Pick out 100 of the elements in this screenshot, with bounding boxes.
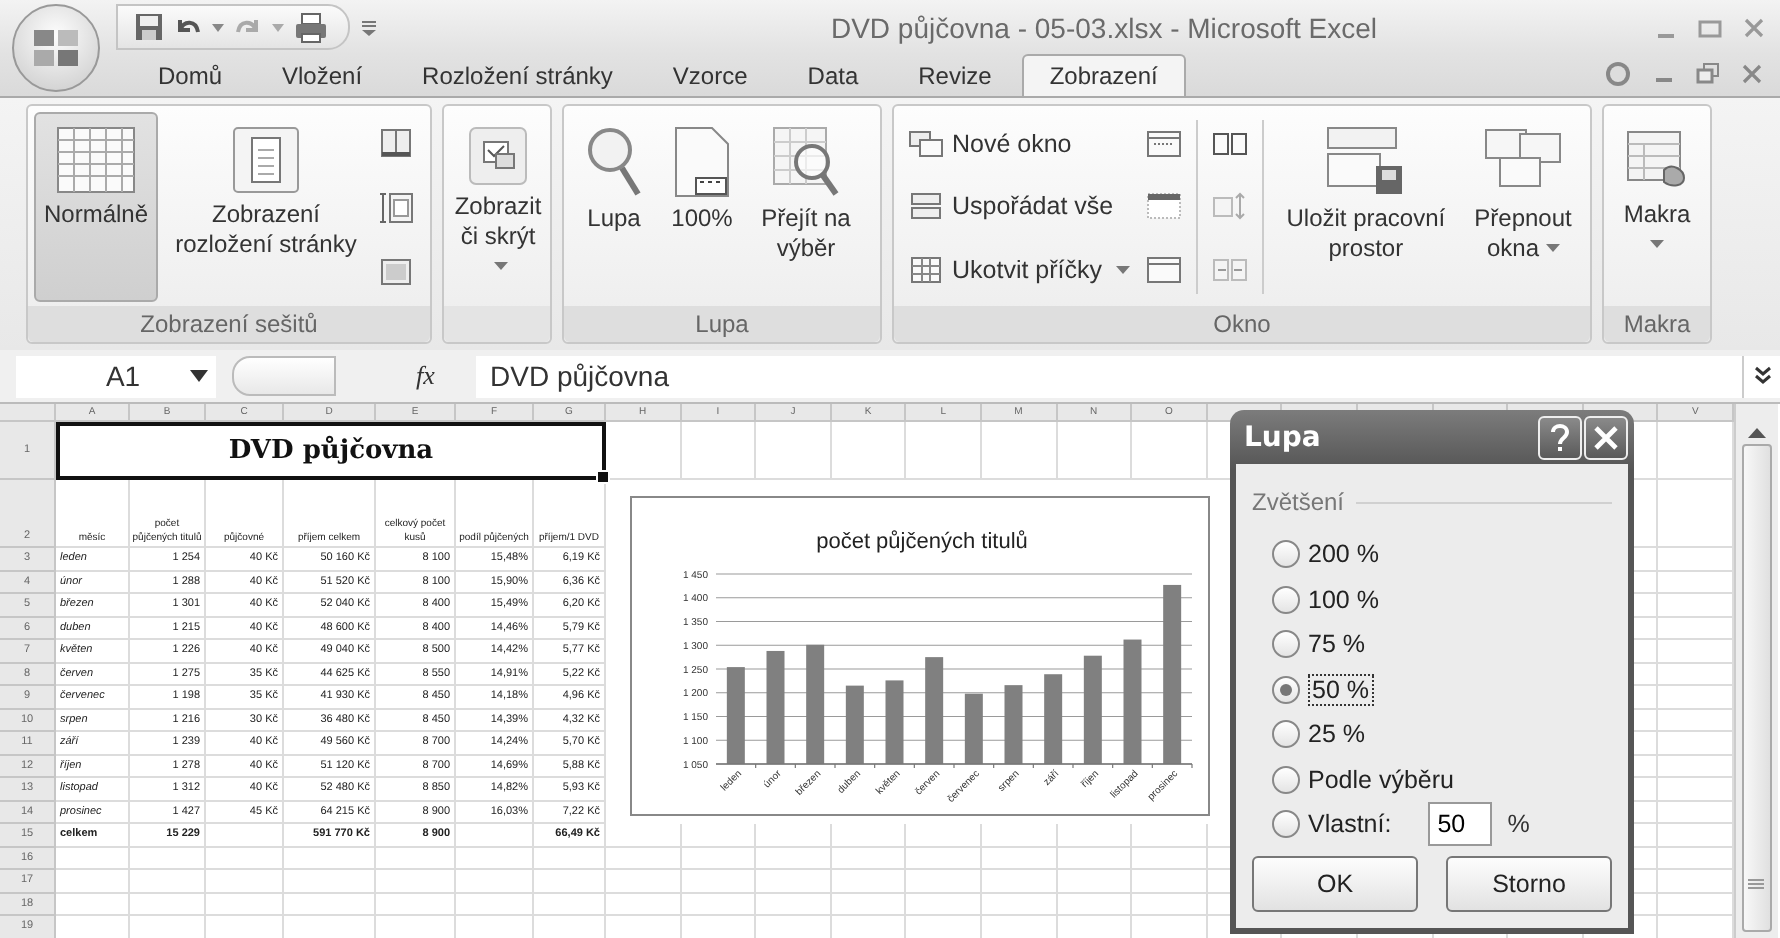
grid-cell[interactable] [376, 893, 456, 916]
dialog-button[interactable]: Storno [1446, 856, 1612, 912]
split-icon[interactable] [1146, 129, 1183, 158]
grid-cell[interactable] [981, 893, 1058, 916]
grid-cell[interactable] [1132, 893, 1208, 916]
grid-cell[interactable] [606, 870, 682, 893]
grid-cell[interactable] [1057, 824, 1133, 847]
grid-cell[interactable] [1057, 870, 1133, 893]
grid-cell[interactable] [130, 870, 206, 893]
grid-cell[interactable] [831, 870, 907, 893]
grid-cell[interactable] [981, 824, 1058, 847]
radio-option[interactable]: 100 % [1252, 577, 1612, 622]
save-workspace-button[interactable]: Uložit pracovní prostor [1273, 112, 1459, 302]
dropdown-icon[interactable] [190, 370, 208, 382]
ribbon-tab[interactable]: Domů [128, 54, 253, 96]
grid-cell[interactable] [284, 870, 376, 893]
grid-cell[interactable] [606, 847, 682, 870]
grid-cell[interactable] [756, 847, 832, 870]
grid-cell[interactable] [1132, 824, 1208, 847]
grid-cell[interactable] [56, 870, 130, 893]
grid-cell[interactable] [681, 824, 757, 847]
caret-icon[interactable] [272, 23, 284, 31]
grid-cell[interactable] [681, 870, 757, 893]
grid-cell[interactable] [606, 893, 682, 916]
grid-cell[interactable] [756, 824, 832, 847]
grid-cell[interactable] [906, 824, 982, 847]
zoom-100-button[interactable]: 100% [662, 112, 742, 302]
grid-cell[interactable] [906, 893, 982, 916]
splitter-handle[interactable] [232, 356, 336, 396]
grid-cell[interactable] [981, 870, 1058, 893]
grid-cell[interactable] [831, 824, 907, 847]
grid-cell[interactable] [206, 870, 284, 893]
columns-icon[interactable] [378, 127, 414, 159]
grid-cell[interactable] [981, 847, 1058, 870]
side-by-side-icon[interactable] [1211, 129, 1248, 158]
grid-cell[interactable] [681, 422, 757, 480]
formula-field[interactable]: DVD půjčovna [476, 355, 1742, 397]
grid-cell[interactable] [1057, 893, 1133, 916]
grid-cell[interactable] [906, 847, 982, 870]
grid-cell[interactable] [456, 824, 534, 847]
fill-handle[interactable] [596, 470, 610, 484]
ribbon-tab[interactable]: Revize [888, 54, 1022, 96]
save-icon[interactable] [134, 12, 164, 42]
grid-cell[interactable] [756, 870, 832, 893]
select-all-button[interactable] [0, 404, 56, 422]
page-layout-button[interactable]: Zobrazení rozložení stránky [162, 112, 370, 302]
zoom-button[interactable]: Lupa [570, 112, 658, 302]
grid-cell[interactable] [56, 893, 130, 916]
grid-cell[interactable] [606, 422, 682, 480]
grid-cell[interactable] [284, 893, 376, 916]
grid-cell[interactable] [534, 870, 606, 893]
grid-cell[interactable] [130, 893, 206, 916]
close-icon[interactable] [1740, 62, 1764, 86]
dialog-button[interactable]: OK [1252, 856, 1418, 912]
switch-windows-button[interactable]: Přepnout okna [1462, 112, 1585, 302]
show-hide-button[interactable]: Zobrazit či skrýt [450, 112, 546, 302]
help-button[interactable] [1538, 415, 1582, 459]
zoom-selection-button[interactable]: Přejít na výběr [746, 112, 866, 302]
radio-option[interactable]: Podle výběru [1252, 757, 1612, 802]
grid-cell[interactable] [56, 847, 130, 870]
grid-cell[interactable] [831, 422, 907, 480]
normal-view-button[interactable]: Normálně [34, 112, 158, 302]
ribbon-tab[interactable]: Rozložení stránky [392, 54, 643, 96]
macros-button[interactable]: Makra [1610, 112, 1704, 302]
grid-cell[interactable] [376, 870, 456, 893]
radio-option[interactable]: 50 % [1252, 667, 1612, 712]
grid-cell[interactable] [206, 893, 284, 916]
grid-cell[interactable] [906, 870, 982, 893]
scroll-up-icon[interactable] [1747, 428, 1766, 438]
caret-icon[interactable] [212, 23, 224, 31]
ribbon-tab[interactable]: Vložení [252, 54, 393, 96]
grid-cell[interactable] [756, 422, 832, 480]
expand-icon[interactable] [1753, 366, 1771, 386]
print-icon[interactable] [294, 11, 328, 43]
zoom-field[interactable]: 50 [1427, 802, 1492, 847]
grid-cell[interactable] [1132, 422, 1208, 480]
hide-icon[interactable] [1146, 192, 1183, 221]
page-frame-icon[interactable] [378, 189, 414, 225]
grid-cell[interactable] [534, 893, 606, 916]
grid-cell[interactable] [534, 847, 606, 870]
grid-cell[interactable] [1057, 847, 1133, 870]
grid-cell[interactable] [981, 422, 1058, 480]
grid-cell[interactable] [376, 847, 456, 870]
grid-cell[interactable] [756, 893, 832, 916]
grid-cell[interactable] [284, 847, 376, 870]
radio-option[interactable]: Vlastní: [1252, 802, 1404, 847]
restore-icon[interactable] [1696, 62, 1720, 86]
ribbon-tab[interactable]: Data [777, 54, 889, 96]
grid-cell[interactable] [681, 847, 757, 870]
grid-cell[interactable] [831, 847, 907, 870]
grid-cell[interactable] [456, 870, 534, 893]
ribbon-tab[interactable]: Zobrazení [1021, 54, 1186, 96]
grid-cell[interactable] [456, 893, 534, 916]
window-command-button[interactable]: Uspořádat vše [904, 190, 1135, 223]
unhide-icon[interactable] [1146, 256, 1183, 285]
grid-cell[interactable] [1132, 847, 1208, 870]
grid-cell[interactable] [906, 422, 982, 480]
customize-icon[interactable] [362, 19, 376, 35]
sync-scroll-icon[interactable] [1211, 192, 1248, 221]
window-command-button[interactable]: Ukotvit příčky [904, 254, 1135, 287]
